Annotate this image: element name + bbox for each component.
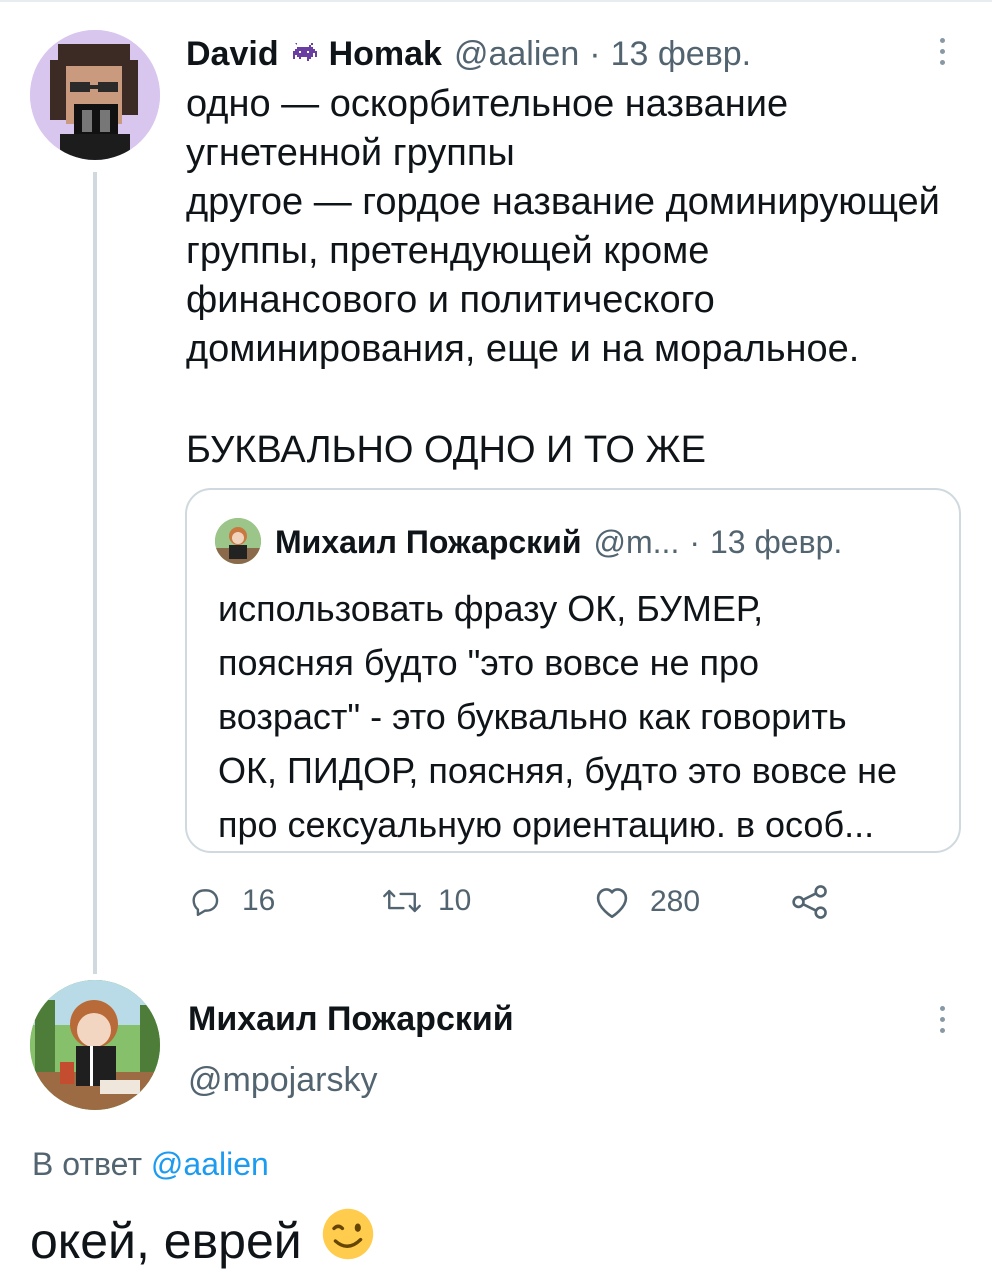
quote-text-line: про сексуальную ориентацию. в особ... <box>218 804 875 845</box>
thread-connector <box>93 172 97 974</box>
reply-text-content: окей, еврей <box>30 1212 302 1269</box>
share-button[interactable] <box>790 884 830 920</box>
retweet-count: 10 <box>438 884 472 917</box>
tweet-text-line: другое — гордое название доминирующей <box>186 181 940 223</box>
header-separator: · <box>589 34 601 73</box>
top-divider <box>0 0 992 2</box>
tweet-text-line: финансового и политического <box>186 279 715 321</box>
quote-date: 13 февр. <box>709 523 843 560</box>
reply-icon <box>192 889 219 917</box>
share-icon <box>792 885 827 919</box>
reply-prefix: В ответ <box>32 1146 143 1182</box>
tweet-text: одно — оскорбительное название угнетенно… <box>186 80 940 374</box>
reply-count: 16 <box>242 884 276 917</box>
retweet-icon <box>383 889 421 913</box>
tweet-text-line: угнетенной группы <box>186 132 515 174</box>
author-handle[interactable]: @aalien <box>454 35 579 74</box>
quote-author-handle: @m... <box>593 523 680 560</box>
reply-author-handle[interactable]: @mpojarsky <box>188 1061 377 1100</box>
like-button[interactable]: 280 <box>592 884 700 920</box>
reply-context: В ответ @aalien <box>32 1146 269 1183</box>
quote-text-line: использовать фразу ОК, БУМЕР, <box>218 588 764 629</box>
reply-text: окей, еврей <box>30 1206 376 1275</box>
quote-text-line: поясняя будто "это вовсе не про <box>218 642 760 683</box>
reply-to-handle-link[interactable]: @aalien <box>151 1146 269 1182</box>
tweet-text-line: одно — оскорбительное название <box>186 83 789 125</box>
tweet-emphasis: БУКВАЛЬНО ОДНО И ТО ЖЕ <box>186 429 706 471</box>
tweet-date[interactable]: 13 февр. <box>611 35 752 74</box>
reply-author-avatar[interactable] <box>30 980 160 1110</box>
quoted-tweet-card[interactable]: Михаил Пожарский @m... · 13 февр. исполь… <box>185 488 961 853</box>
quote-text-line: возраст" - это буквально как говорить <box>218 696 847 737</box>
like-count: 280 <box>650 885 701 918</box>
tweet-text-line: доминирования, еще и на моральное. <box>186 328 860 370</box>
reply-more-options-icon[interactable] <box>940 1006 948 1039</box>
pixel-portrait-image <box>30 30 160 160</box>
author-avatar[interactable] <box>30 30 160 160</box>
space-invader-icon <box>291 35 317 74</box>
quote-separator: · <box>689 523 700 560</box>
tweet-header: David Homak @aalien · 13 февр. <box>186 32 751 76</box>
quote-text: использовать фразу ОК, БУМЕР, поясняя бу… <box>218 582 897 852</box>
reply-button[interactable]: 16 <box>188 884 275 918</box>
author-name-suffix[interactable]: Homak <box>329 35 442 74</box>
anime-portrait-image <box>30 980 160 1110</box>
winking-face-icon <box>320 1206 376 1275</box>
quote-header: Михаил Пожарский @m... · 13 февр. <box>275 522 842 562</box>
author-name[interactable]: David <box>186 35 279 74</box>
reply-author-name[interactable]: Михаил Пожарский <box>188 1000 514 1039</box>
quote-author-name: Михаил Пожарский <box>275 523 582 560</box>
tweet-text-line: группы, претендующей кроме <box>186 230 710 272</box>
more-options-icon[interactable] <box>940 38 948 71</box>
quote-text-line: ОК, ПИДОР, поясняя, будто это вовсе не <box>218 750 898 791</box>
heart-icon <box>596 888 628 919</box>
retweet-button[interactable]: 10 <box>380 884 471 918</box>
quote-author-avatar <box>215 518 261 564</box>
